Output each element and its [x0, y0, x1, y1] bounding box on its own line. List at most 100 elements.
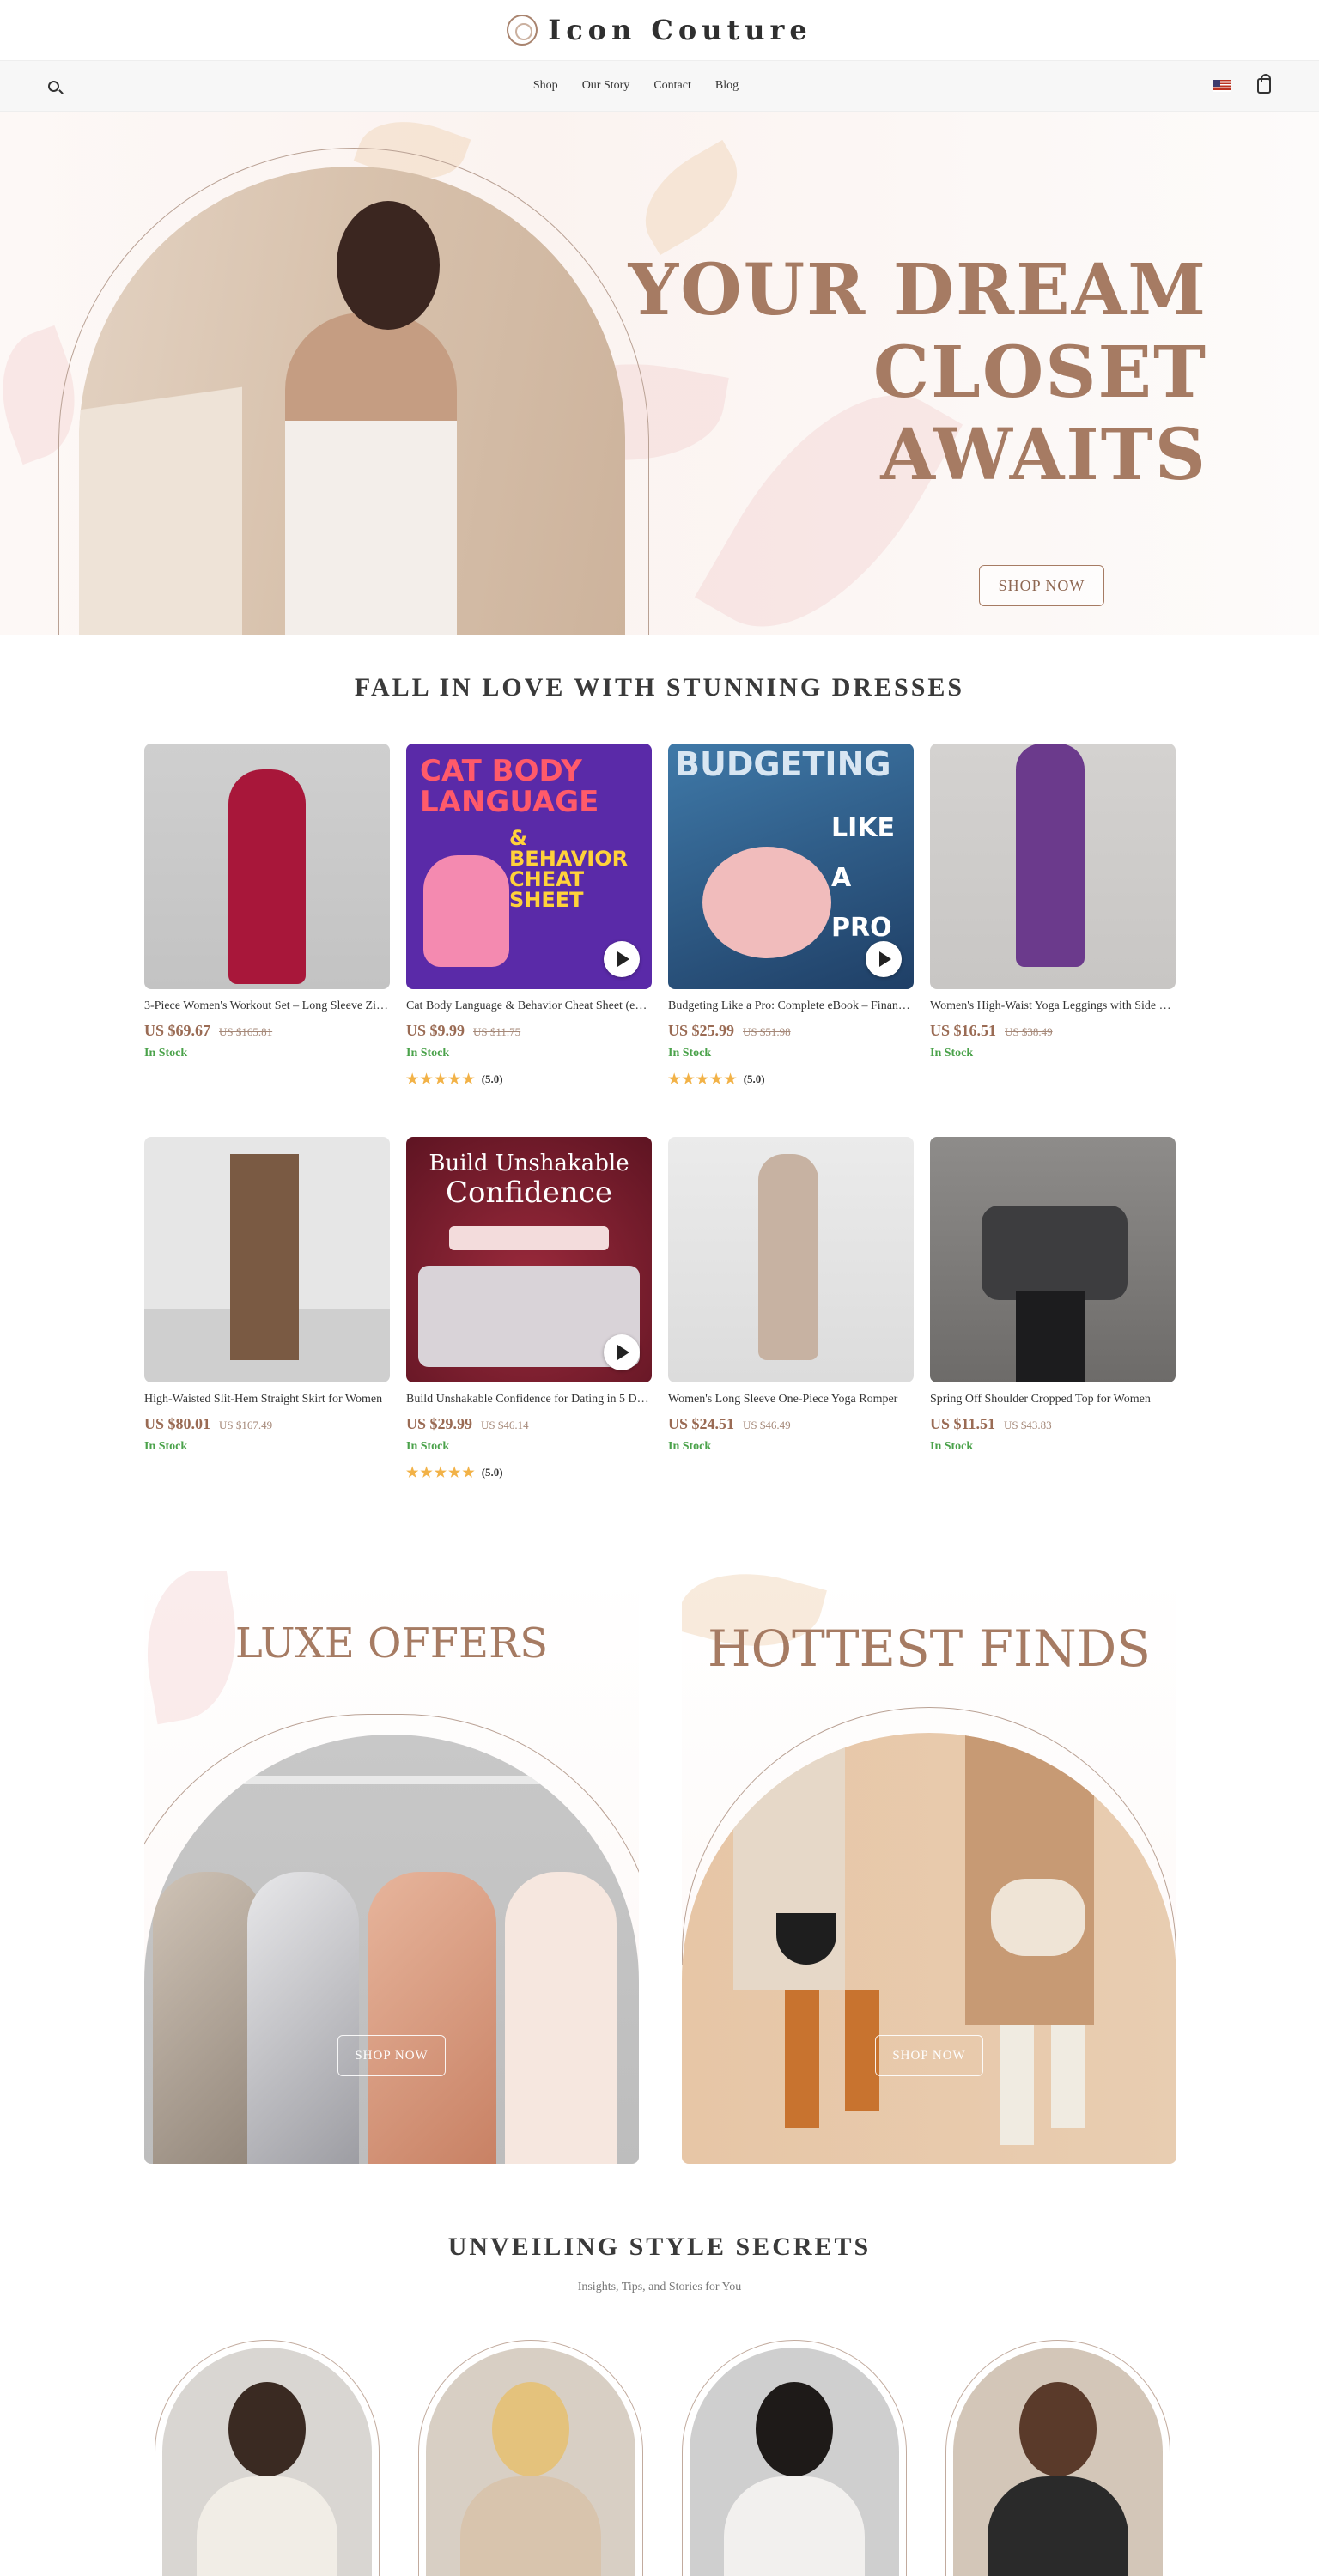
play-icon[interactable]	[866, 941, 902, 977]
product-image[interactable]	[930, 744, 1176, 989]
product-price: US $16.51	[930, 1022, 997, 1039]
price-row: US $16.51 US $38.49	[930, 1022, 1176, 1040]
blog-post-image[interactable]	[426, 2348, 635, 2576]
product-rating: ★★★★★ (5.0)	[406, 1071, 652, 1088]
price-row: US $24.51 US $46.49	[668, 1415, 914, 1433]
main-nav: Shop Our Story Contact Blog	[0, 60, 1319, 112]
blog-post-list	[155, 2340, 1170, 2576]
rating-value: (5.0)	[743, 1072, 765, 1085]
star-rating-icon: ★★★★★	[668, 1072, 739, 1087]
product-name[interactable]: Spring Off Shoulder Cropped Top for Wome…	[930, 1393, 1176, 1406]
shopping-bag-icon[interactable]	[1256, 74, 1271, 94]
hottest-finds-shop-now-button[interactable]: SHOP NOW	[875, 2035, 983, 2076]
nav-link-blog[interactable]: Blog	[715, 79, 739, 93]
stock-status: In Stock	[930, 1440, 974, 1453]
product-price: US $80.01	[144, 1415, 211, 1432]
featured-section-title: FALL IN LOVE WITH STUNNING DRESSES	[354, 673, 965, 702]
blog-post-card[interactable]	[682, 2340, 907, 2576]
hero-banner: YOUR DREAM CLOSET AWAITS SHOP NOW	[0, 112, 1319, 635]
blog-post-card[interactable]	[155, 2340, 380, 2576]
product-rating: ★★★★★ (5.0)	[668, 1071, 914, 1088]
hottest-finds-title: HOTTEST FINDS	[708, 1619, 1151, 1678]
product-name[interactable]: High-Waisted Slit-Hem Straight Skirt for…	[144, 1393, 390, 1406]
product-name[interactable]: Budgeting Like a Pro: Complete eBook – F…	[668, 999, 914, 1013]
product-image[interactable]: BUDGETING LIKE A PRO	[668, 744, 914, 989]
product-price: US $25.99	[668, 1022, 735, 1039]
brand-bar: Icon Couture	[0, 0, 1319, 60]
product-card[interactable]: Women's Long Sleeve One-Piece Yoga Rompe…	[668, 1137, 914, 1511]
product-old-price: US $46.14	[481, 1419, 529, 1431]
product-card[interactable]: Build Unshakable Confidence Build Unshaka…	[406, 1137, 652, 1511]
product-card[interactable]: CAT BODY LANGUAGE & BEHAVIOR CHEAT SHEET Cat…	[406, 744, 652, 1118]
star-rating-icon: ★★★★★	[406, 1072, 477, 1087]
brand-logo[interactable]: Icon Couture	[548, 14, 812, 46]
nav-links: Shop Our Story Contact Blog	[533, 79, 739, 93]
blog-post-card[interactable]	[945, 2340, 1170, 2576]
product-price: US $24.51	[668, 1415, 735, 1432]
play-icon[interactable]	[604, 1334, 640, 1370]
nav-link-shop[interactable]: Shop	[533, 79, 558, 93]
product-image[interactable]: Build Unshakable Confidence	[406, 1137, 652, 1382]
product-name[interactable]: Cat Body Language & Behavior Cheat Sheet…	[406, 999, 652, 1013]
rating-value: (5.0)	[481, 1072, 503, 1085]
stock-status: In Stock	[668, 1440, 712, 1453]
price-row: US $80.01 US $167.49	[144, 1415, 390, 1433]
product-old-price: US $165.81	[219, 1025, 273, 1038]
nav-link-contact[interactable]: Contact	[653, 79, 691, 93]
product-price: US $29.99	[406, 1415, 473, 1432]
blog-section-subtitle: Insights, Tips, and Stories for You	[577, 2281, 742, 2293]
product-grid: 3-Piece Women's Workout Set – Long Sleev…	[144, 744, 1176, 1511]
price-row: US $11.51 US $43.83	[930, 1415, 1176, 1433]
logo-icon[interactable]	[507, 15, 538, 46]
product-card[interactable]: BUDGETING LIKE A PRO Budgeting Like a Pro…	[668, 744, 914, 1118]
blog-post-image[interactable]	[953, 2348, 1163, 2576]
product-card[interactable]: Women's High-Waist Yoga Leggings with Si…	[930, 744, 1176, 1118]
product-old-price: US $43.83	[1004, 1419, 1052, 1431]
luxe-offers-banner[interactable]: LUXE OFFERS SHOP NOW	[144, 1571, 639, 2164]
star-rating-icon: ★★★★★	[406, 1466, 477, 1480]
hero-title: YOUR DREAM CLOSET AWAITS	[628, 249, 1207, 496]
hottest-finds-banner[interactable]: HOTTEST FINDS SHOP NOW	[682, 1571, 1176, 2164]
hero-shop-now-button[interactable]: SHOP NOW	[979, 565, 1104, 606]
luxe-offers-shop-now-button[interactable]: SHOP NOW	[337, 2035, 446, 2076]
product-rating: ★★★★★ (5.0)	[406, 1464, 652, 1481]
product-image[interactable]: CAT BODY LANGUAGE & BEHAVIOR CHEAT SHEET	[406, 744, 652, 989]
play-icon[interactable]	[604, 941, 640, 977]
price-row: US $25.99 US $51.98	[668, 1022, 914, 1040]
product-image[interactable]	[668, 1137, 914, 1382]
product-name[interactable]: Women's Long Sleeve One-Piece Yoga Rompe…	[668, 1393, 914, 1406]
blog-post-card[interactable]	[418, 2340, 643, 2576]
us-flag-icon[interactable]	[1212, 80, 1231, 92]
product-old-price: US $11.75	[473, 1025, 521, 1038]
stock-status: In Stock	[406, 1047, 450, 1060]
product-price: US $69.67	[144, 1022, 211, 1039]
price-row: US $29.99 US $46.14	[406, 1415, 652, 1433]
nav-actions	[1212, 74, 1271, 94]
product-name[interactable]: Women's High-Waist Yoga Leggings with Si…	[930, 999, 1176, 1013]
site-header: Icon Couture Shop Our Story Contact Blog	[0, 0, 1319, 112]
stock-status: In Stock	[144, 1440, 188, 1453]
product-image[interactable]	[144, 744, 390, 989]
product-image[interactable]	[930, 1137, 1176, 1382]
decorative-leaf	[625, 139, 757, 256]
blog-post-image[interactable]	[690, 2348, 899, 2576]
search-icon[interactable]	[48, 80, 59, 92]
nav-link-our-story[interactable]: Our Story	[582, 79, 630, 93]
blog-section-title: UNVEILING STYLE SECRETS	[447, 2233, 872, 2261]
product-old-price: US $38.49	[1005, 1025, 1053, 1038]
luxe-offers-title: LUXE OFFERS	[234, 1619, 549, 1668]
blog-post-image[interactable]	[162, 2348, 372, 2576]
product-card[interactable]: 3-Piece Women's Workout Set – Long Sleev…	[144, 744, 390, 1118]
product-old-price: US $46.49	[743, 1419, 791, 1431]
product-card[interactable]: Spring Off Shoulder Cropped Top for Wome…	[930, 1137, 1176, 1511]
stock-status: In Stock	[930, 1047, 974, 1060]
product-old-price: US $167.49	[219, 1419, 273, 1431]
product-card[interactable]: High-Waisted Slit-Hem Straight Skirt for…	[144, 1137, 390, 1511]
product-name[interactable]: 3-Piece Women's Workout Set – Long Sleev…	[144, 999, 390, 1013]
price-row: US $9.99 US $11.75	[406, 1022, 652, 1040]
product-name[interactable]: Build Unshakable Confidence for Dating i…	[406, 1393, 652, 1406]
product-price: US $9.99	[406, 1022, 465, 1039]
rating-value: (5.0)	[481, 1466, 503, 1479]
stock-status: In Stock	[406, 1440, 450, 1453]
product-image[interactable]	[144, 1137, 390, 1382]
